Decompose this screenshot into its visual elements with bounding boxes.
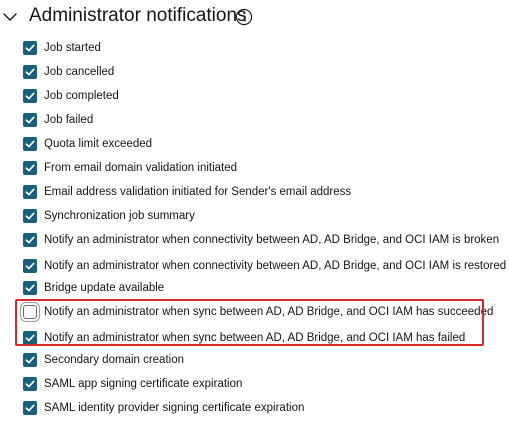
- checkbox-checked[interactable]: [23, 209, 37, 223]
- notification-option-row[interactable]: Notify an administrator when sync betwee…: [0, 327, 500, 349]
- checkmark-icon: [25, 92, 35, 100]
- checkbox-checked[interactable]: [23, 331, 37, 345]
- checkbox-checked[interactable]: [23, 353, 37, 367]
- notification-option-row[interactable]: Job cancelled: [0, 61, 500, 83]
- checkbox-checked[interactable]: [23, 113, 37, 127]
- notification-option-label[interactable]: Secondary domain creation: [44, 352, 184, 368]
- checkmark-icon: [25, 188, 35, 196]
- notification-option-row[interactable]: From email domain validation initiated: [0, 157, 500, 179]
- notification-option-label[interactable]: Synchronization job summary: [44, 208, 195, 224]
- notification-option-row[interactable]: SAML identity provider signing certifica…: [0, 397, 500, 419]
- notification-option-row[interactable]: Job failed: [0, 109, 500, 131]
- checkmark-icon: [25, 236, 35, 244]
- checkbox-checked[interactable]: [23, 41, 37, 55]
- notification-option-label[interactable]: From email domain validation initiated: [44, 160, 237, 176]
- checkmark-icon: [25, 212, 35, 220]
- notification-option-row[interactable]: Secondary domain creation: [0, 349, 500, 371]
- notification-option-row[interactable]: Job completed: [0, 85, 500, 107]
- section-header[interactable]: Administrator notifications: [0, 0, 509, 34]
- notification-option-row[interactable]: Bridge update available: [0, 277, 500, 299]
- notification-option-label[interactable]: Quota limit exceeded: [44, 136, 152, 152]
- checkbox-checked[interactable]: [23, 161, 37, 175]
- chevron-down-icon[interactable]: [2, 9, 18, 25]
- checkbox-checked[interactable]: [23, 377, 37, 391]
- notification-option-row[interactable]: Job started: [0, 37, 500, 59]
- checkmark-icon: [25, 380, 35, 388]
- notification-option-label[interactable]: Notify an administrator when connectivit…: [44, 232, 499, 248]
- checkbox-checked[interactable]: [23, 401, 37, 415]
- checkmark-icon: [25, 334, 35, 342]
- notification-option-row[interactable]: Quota limit exceeded: [0, 133, 500, 155]
- checkmark-icon: [25, 356, 35, 364]
- checkmark-icon: [25, 140, 35, 148]
- notification-option-row[interactable]: Notify an administrator when sync betwee…: [0, 301, 500, 323]
- notification-option-label[interactable]: SAML identity provider signing certifica…: [44, 400, 304, 416]
- checkmark-icon: [25, 284, 35, 292]
- notification-option-label[interactable]: Job cancelled: [44, 64, 114, 80]
- checkbox-checked[interactable]: [23, 185, 37, 199]
- notification-option-label[interactable]: Job failed: [44, 112, 93, 128]
- checkbox-checked[interactable]: [23, 281, 37, 295]
- notification-option-row[interactable]: SAML app signing certificate expiration: [0, 373, 500, 395]
- checkbox-unchecked[interactable]: [23, 305, 37, 319]
- notification-option-label[interactable]: Notify an administrator when sync betwee…: [44, 330, 465, 346]
- checkbox-checked[interactable]: [23, 65, 37, 79]
- notification-option-label[interactable]: Notify an administrator when sync betwee…: [44, 304, 493, 320]
- checkmark-icon: [25, 404, 35, 412]
- checkbox-checked[interactable]: [23, 259, 37, 273]
- checkmark-icon: [25, 164, 35, 172]
- notification-option-label[interactable]: Job started: [44, 40, 101, 56]
- notification-option-label[interactable]: Job completed: [44, 88, 119, 104]
- notification-option-label[interactable]: SAML app signing certificate expiration: [44, 376, 242, 392]
- notification-option-label[interactable]: Notify an administrator when connectivit…: [44, 258, 506, 274]
- section-title: Administrator notifications: [29, 5, 247, 26]
- admin-notifications-panel: Administrator notifications Job started J…: [0, 0, 509, 426]
- checkmark-icon: [25, 262, 35, 270]
- checkmark-icon: [25, 116, 35, 124]
- notification-option-row[interactable]: Email address validation initiated for S…: [0, 181, 500, 203]
- checkbox-checked[interactable]: [23, 233, 37, 247]
- notification-option-row[interactable]: Notify an administrator when connectivit…: [0, 229, 500, 251]
- notification-option-row[interactable]: Notify an administrator when connectivit…: [0, 255, 506, 277]
- checkmark-icon: [25, 68, 35, 76]
- checkmark-icon: [25, 44, 35, 52]
- notification-option-label[interactable]: Bridge update available: [44, 280, 164, 296]
- info-icon[interactable]: [235, 8, 253, 26]
- notification-option-label[interactable]: Email address validation initiated for S…: [44, 184, 351, 200]
- checkbox-checked[interactable]: [23, 89, 37, 103]
- checkbox-checked[interactable]: [23, 137, 37, 151]
- notification-option-row[interactable]: Synchronization job summary: [0, 205, 500, 227]
